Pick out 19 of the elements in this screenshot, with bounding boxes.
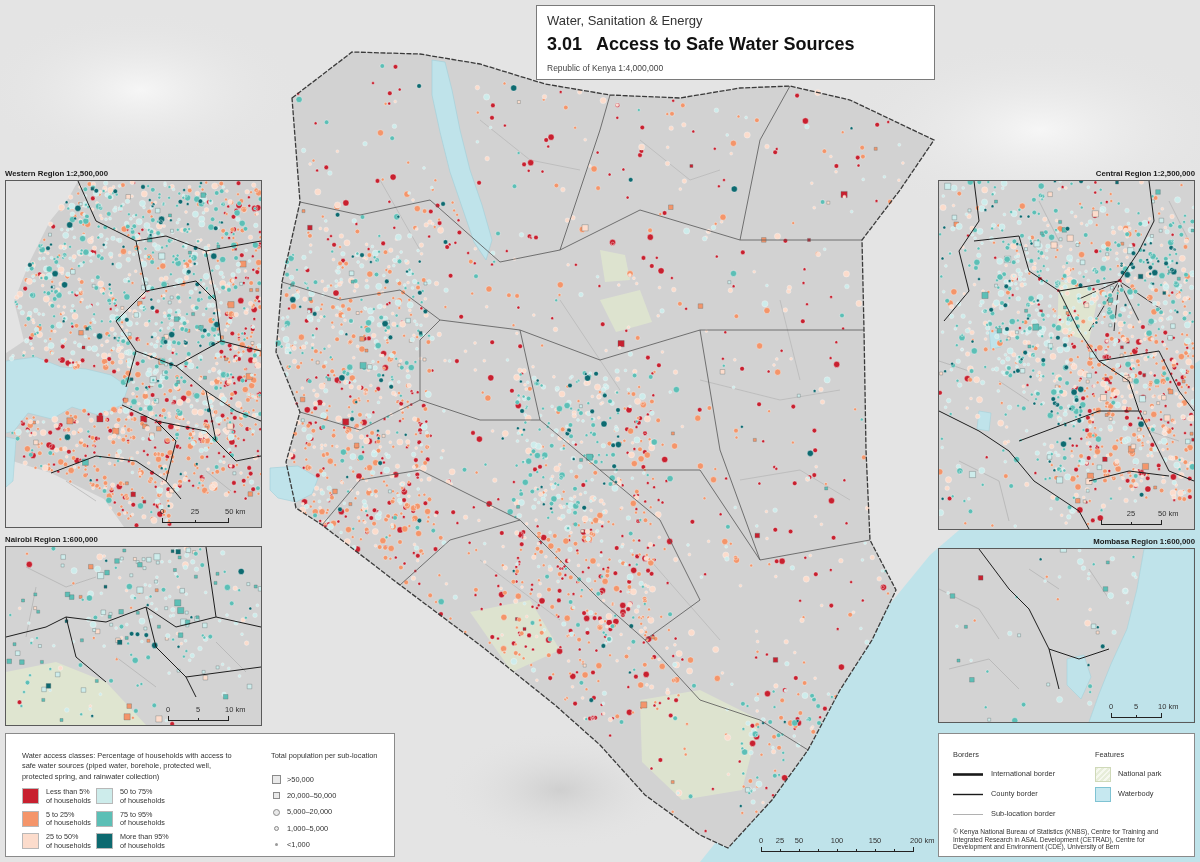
national-park [600, 290, 652, 332]
section-title: Water, Sanitation & Energy [547, 13, 704, 28]
dot-symbol-icon [274, 843, 278, 847]
line-sample-icon [953, 772, 983, 776]
national-park [600, 250, 630, 282]
scale-bar [1111, 713, 1162, 718]
park-swatch-icon [1095, 766, 1111, 782]
lake [269, 465, 319, 503]
line-sample-icon [953, 792, 983, 796]
circle-symbol-icon [272, 808, 280, 816]
scale-bar [168, 716, 229, 721]
circle-symbol-icon [273, 826, 279, 832]
water-swatch-icon [1095, 786, 1111, 802]
map-number: 3.01 [547, 34, 583, 54]
map-title: Access to Safe Water Sources [596, 34, 855, 54]
map-scale-text: Republic of Kenya 1:4,000,000 [547, 63, 665, 73]
scale-bar [162, 518, 229, 523]
line-sample-icon [953, 812, 983, 816]
scale-bar [1101, 520, 1162, 525]
